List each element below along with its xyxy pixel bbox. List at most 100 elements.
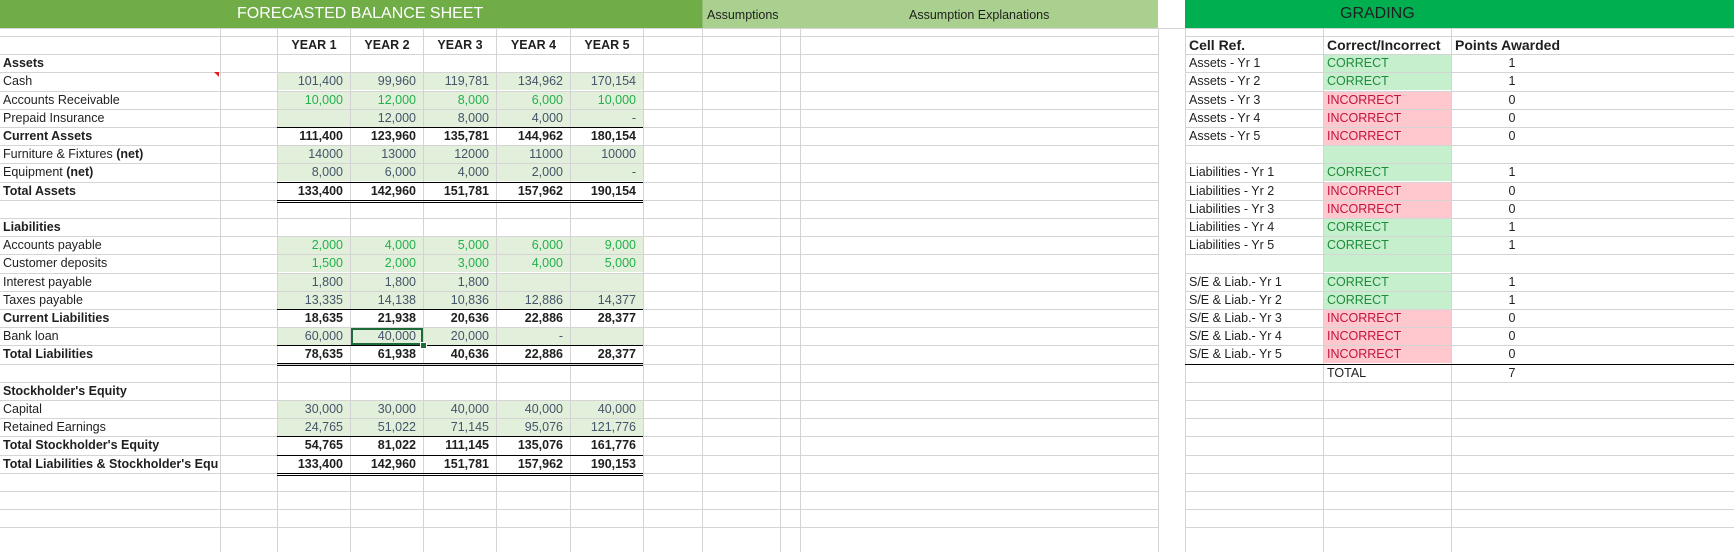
value-cell[interactable]: 14,138	[351, 292, 423, 309]
grading-points[interactable]: 1	[1452, 73, 1572, 90]
grading-points[interactable]: 0	[1452, 310, 1572, 327]
grading-result[interactable]: INCORRECT	[1324, 110, 1451, 127]
grading-cell-ref[interactable]: S/E & Liab.- Yr 1	[1186, 274, 1323, 291]
empty-cell[interactable]	[351, 201, 423, 218]
row-label[interactable]	[0, 365, 219, 382]
value-cell[interactable]: 123,960	[351, 128, 423, 145]
row-label[interactable]: Accounts Receivable	[0, 92, 219, 109]
empty-cell[interactable]	[497, 219, 570, 236]
value-cell[interactable]	[497, 274, 570, 291]
grading-cell-ref[interactable]: Assets - Yr 4	[1186, 110, 1323, 127]
value-cell[interactable]: 6,000	[497, 237, 570, 254]
value-cell[interactable]: 40,000	[497, 401, 570, 418]
grading-cell-ref[interactable]	[1186, 146, 1323, 163]
value-cell[interactable]: 4,000	[424, 164, 496, 181]
grading-cell-ref[interactable]	[1186, 255, 1323, 272]
grading-points[interactable]: 0	[1452, 92, 1572, 109]
value-cell[interactable]: 170,154	[571, 73, 643, 90]
grading-result[interactable]: CORRECT	[1324, 55, 1451, 72]
grading-result[interactable]: CORRECT	[1324, 73, 1451, 90]
grading-result[interactable]: CORRECT	[1324, 292, 1451, 309]
value-cell[interactable]: 10,000	[278, 92, 350, 109]
value-cell[interactable]: 2,000	[278, 237, 350, 254]
value-cell[interactable]: 21,938	[351, 310, 423, 327]
row-label[interactable]: Total Assets	[0, 183, 219, 200]
fill-handle[interactable]	[420, 342, 427, 349]
row-label[interactable]: Liabilities	[0, 219, 219, 236]
value-cell[interactable]: 119,781	[424, 73, 496, 90]
empty-cell[interactable]	[351, 55, 423, 72]
grading-points[interactable]: 1	[1452, 292, 1572, 309]
value-cell[interactable]: 22,886	[497, 346, 570, 363]
value-cell[interactable]: 111,400	[278, 128, 350, 145]
row-label[interactable]: Cash	[0, 73, 219, 90]
value-cell[interactable]: 10000	[571, 146, 643, 163]
value-cell[interactable]: -	[571, 110, 643, 127]
row-label[interactable]: Prepaid Insurance	[0, 110, 219, 127]
grading-cell-ref[interactable]: Liabilities - Yr 3	[1186, 201, 1323, 218]
grading-points[interactable]: 0	[1452, 128, 1572, 145]
value-cell[interactable]: 190,154	[571, 183, 643, 200]
value-cell[interactable]: 2,000	[497, 164, 570, 181]
grading-header-cell-ref[interactable]: Cell Ref.	[1186, 37, 1323, 54]
value-cell[interactable]: 28,377	[571, 346, 643, 363]
grading-cell-ref[interactable]: Liabilities - Yr 2	[1186, 183, 1323, 200]
value-cell[interactable]: 1,500	[278, 255, 350, 272]
value-cell[interactable]: 5,000	[571, 255, 643, 272]
empty-cell[interactable]	[278, 201, 350, 218]
grading-points[interactable]: 0	[1452, 201, 1572, 218]
value-cell[interactable]: 30,000	[278, 401, 350, 418]
value-cell[interactable]: 40,000	[351, 328, 423, 345]
value-cell[interactable]: 142,960	[351, 183, 423, 200]
grading-points[interactable]: 1	[1452, 237, 1572, 254]
row-label[interactable]	[0, 201, 219, 218]
value-cell[interactable]: 24,765	[278, 419, 350, 436]
empty-cell[interactable]	[278, 383, 350, 400]
value-cell[interactable]: 12,886	[497, 292, 570, 309]
empty-cell[interactable]	[351, 365, 423, 382]
row-label[interactable]: Bank loan	[0, 328, 219, 345]
grading-points[interactable]: 0	[1452, 110, 1572, 127]
value-cell[interactable]: 54,765	[278, 437, 350, 454]
row-label[interactable]: Assets	[0, 55, 219, 72]
empty-cell[interactable]	[497, 55, 570, 72]
grading-cell-ref[interactable]: Liabilities - Yr 4	[1186, 219, 1323, 236]
row-label[interactable]: Accounts payable	[0, 237, 219, 254]
row-label[interactable]: Total Liabilities	[0, 346, 219, 363]
empty-cell[interactable]	[571, 219, 643, 236]
value-cell[interactable]: 161,776	[571, 437, 643, 454]
value-cell[interactable]: 135,076	[497, 437, 570, 454]
value-cell[interactable]: 13000	[351, 146, 423, 163]
value-cell[interactable]: 12000	[424, 146, 496, 163]
grading-points[interactable]: 1	[1452, 55, 1572, 72]
value-cell[interactable]: 3,000	[424, 255, 496, 272]
grading-total-label[interactable]: TOTAL	[1324, 365, 1451, 382]
row-label[interactable]: Taxes payable	[0, 292, 219, 309]
grading-header-points[interactable]: Points Awarded	[1452, 37, 1734, 54]
grading-points[interactable]: 0	[1452, 183, 1572, 200]
value-cell[interactable]: -	[571, 164, 643, 181]
empty-cell[interactable]	[571, 383, 643, 400]
value-cell[interactable]: 11000	[497, 146, 570, 163]
empty-cell[interactable]	[571, 201, 643, 218]
grading-cell-ref[interactable]: Assets - Yr 5	[1186, 128, 1323, 145]
value-cell[interactable]: 40,000	[424, 401, 496, 418]
year-header[interactable]: YEAR 5	[571, 37, 643, 54]
value-cell[interactable]: 10,836	[424, 292, 496, 309]
grading-points[interactable]: 1	[1452, 219, 1572, 236]
value-cell[interactable]: 20,000	[424, 328, 496, 345]
value-cell[interactable]: 1,800	[278, 274, 350, 291]
grading-points[interactable]: 0	[1452, 328, 1572, 345]
grading-cell-ref[interactable]: Liabilities - Yr 1	[1186, 164, 1323, 181]
year-header[interactable]: YEAR 4	[497, 37, 570, 54]
value-cell[interactable]: 157,962	[497, 183, 570, 200]
value-cell[interactable]: 8,000	[278, 164, 350, 181]
empty-cell[interactable]	[424, 365, 496, 382]
value-cell[interactable]: 190,153	[571, 456, 643, 473]
grading-result[interactable]	[1324, 146, 1451, 163]
value-cell[interactable]: 13,335	[278, 292, 350, 309]
row-label[interactable]: Current Assets	[0, 128, 219, 145]
value-cell[interactable]: 40,636	[424, 346, 496, 363]
row-label[interactable]: Total Liabilities & Stockholder's Equity	[0, 456, 219, 473]
value-cell[interactable]: 144,962	[497, 128, 570, 145]
